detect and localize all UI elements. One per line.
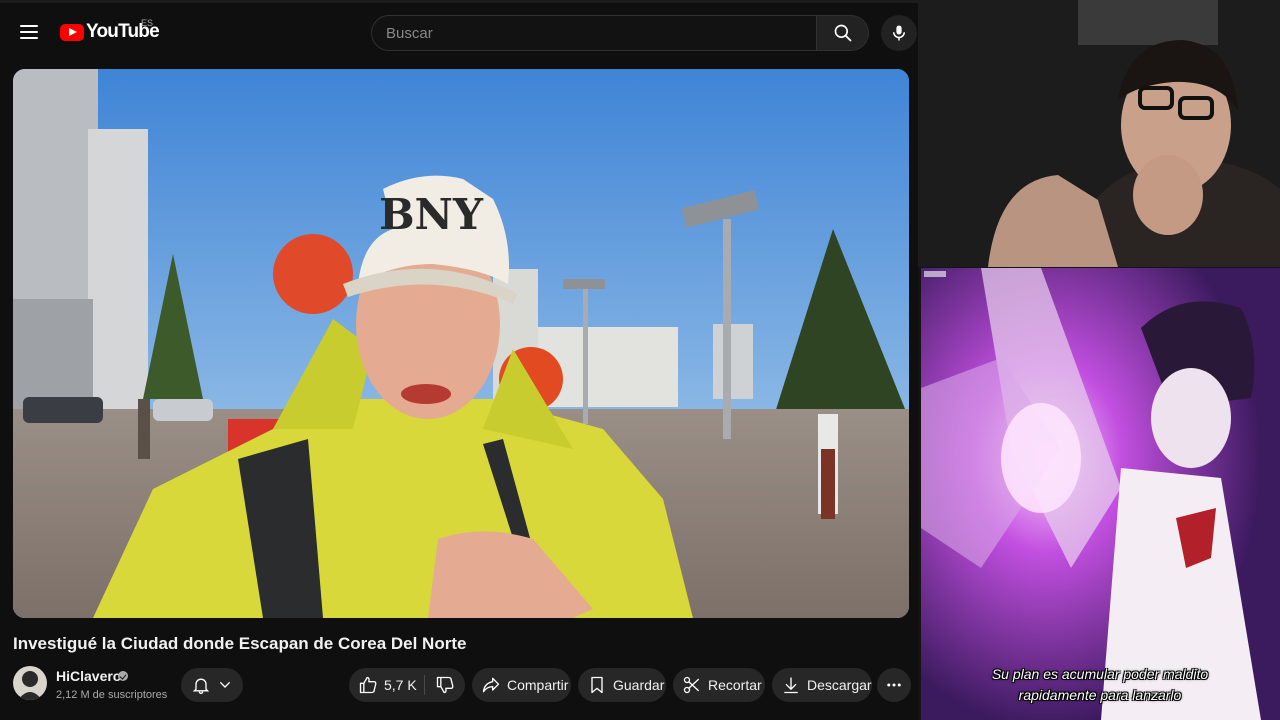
chevron-down-icon xyxy=(219,681,231,688)
clip-button[interactable]: Recortar xyxy=(673,668,765,702)
like-dislike-group: 5,7 K xyxy=(349,668,465,702)
region-code: ES xyxy=(141,18,154,28)
search-button[interactable] xyxy=(817,15,869,51)
share-button[interactable]: Compartir xyxy=(472,668,571,702)
microphone-icon xyxy=(893,25,905,41)
search-icon xyxy=(834,24,851,42)
anime-clip xyxy=(921,268,1280,720)
verified-badge-icon xyxy=(118,671,128,681)
save-button[interactable]: Guardar xyxy=(578,668,666,702)
share-icon xyxy=(482,677,500,693)
channel-name[interactable]: HiClavero xyxy=(56,668,121,684)
like-icon[interactable] xyxy=(358,675,378,695)
search-input[interactable] xyxy=(384,24,808,43)
channel-avatar[interactable] xyxy=(13,666,47,700)
menu-icon[interactable] xyxy=(20,23,40,39)
subtitle-line-2: rapidamente para lanzarlo xyxy=(1018,687,1182,703)
watermark-logo xyxy=(924,271,946,277)
subscriber-count: 2,12 M de suscriptores xyxy=(56,689,168,701)
youtube-window: YouTube ES Buscar BNY Investigué la Ciud… xyxy=(0,0,918,720)
like-count[interactable]: 5,7 K xyxy=(384,677,417,693)
webcam-feed xyxy=(918,0,1280,267)
subscription-bell-button[interactable] xyxy=(181,668,243,702)
bell-icon xyxy=(192,678,210,694)
download-label: Descargar xyxy=(807,677,872,693)
anime-scene-image xyxy=(921,268,1280,720)
scissors-icon xyxy=(683,676,700,694)
download-button[interactable]: Descargar xyxy=(772,668,872,702)
dislike-icon[interactable] xyxy=(435,675,455,695)
save-label: Guardar xyxy=(613,677,665,693)
cap-logo: BNY xyxy=(379,190,484,239)
search-box[interactable] xyxy=(371,15,817,51)
subtitle-line-1: Su plan es acumular poder maldito xyxy=(991,666,1209,682)
video-title: Investigué la Ciudad donde Escapan de Co… xyxy=(13,634,467,653)
video-player[interactable]: BNY xyxy=(13,69,909,618)
anime-subtitle: Su plan es acumular poder maldito rapida… xyxy=(960,664,1240,706)
more-actions-button[interactable] xyxy=(877,668,911,702)
more-horizontal-icon xyxy=(887,683,901,687)
youtube-play-icon xyxy=(60,23,84,41)
like-divider xyxy=(424,675,425,695)
top-bar: YouTube ES xyxy=(0,0,918,60)
clip-label: Recortar xyxy=(708,677,762,693)
webcam-image xyxy=(918,0,1280,267)
bookmark-icon xyxy=(591,676,603,694)
video-frame: BNY xyxy=(13,69,909,618)
share-label: Compartir xyxy=(507,677,569,693)
voice-search-button[interactable] xyxy=(881,15,917,51)
watermark xyxy=(924,271,946,279)
download-icon xyxy=(784,677,798,694)
